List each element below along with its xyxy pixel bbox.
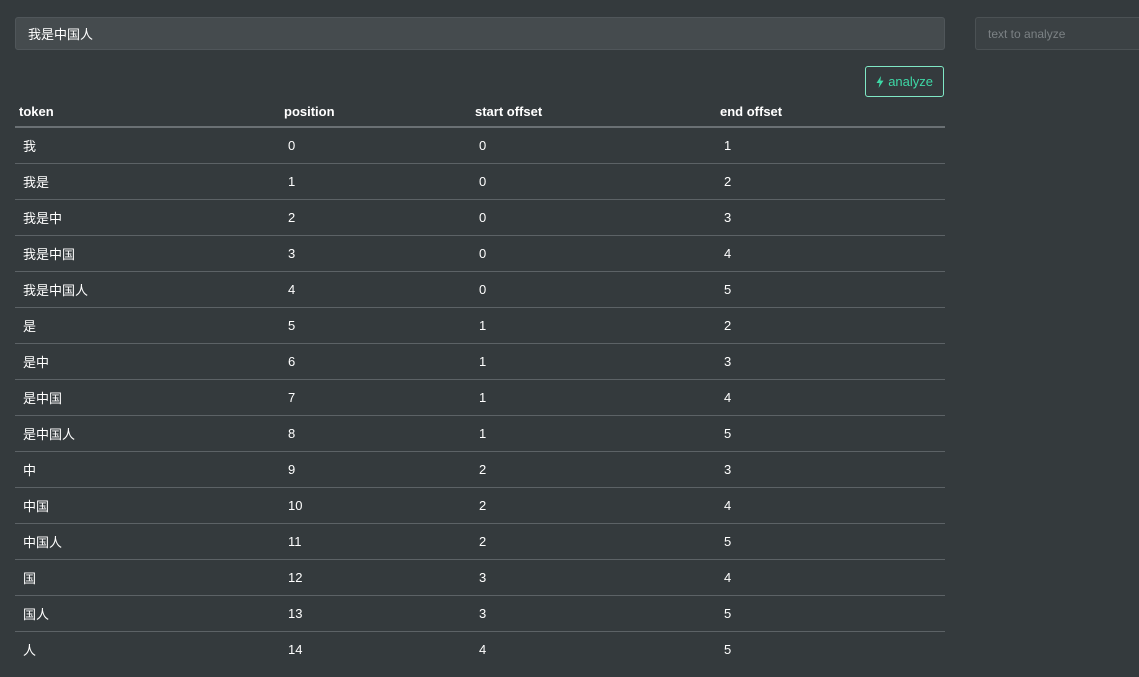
end-offset-cell: 1 bbox=[716, 127, 945, 164]
table-header-row: token position start offset end offset bbox=[15, 97, 945, 128]
end-offset-cell: 2 bbox=[716, 163, 945, 200]
start-offset-cell: 1 bbox=[471, 379, 716, 416]
table-row: 我是中国 3 0 4 bbox=[15, 235, 945, 272]
column-header-token: token bbox=[15, 97, 280, 128]
start-offset-cell: 0 bbox=[471, 271, 716, 308]
position-cell: 11 bbox=[280, 523, 471, 560]
position-cell: 5 bbox=[280, 307, 471, 344]
bolt-icon bbox=[876, 75, 884, 88]
start-offset-cell: 2 bbox=[471, 523, 716, 560]
analyzer-page: analyze token position start offset end … bbox=[0, 0, 1139, 677]
table-row: 是中 6 1 3 bbox=[15, 343, 945, 380]
table-row: 我是 1 0 2 bbox=[15, 163, 945, 200]
start-offset-cell: 0 bbox=[471, 199, 716, 236]
token-table-body: 我 0 0 1 我是 1 0 2 我是中 2 0 3 我是中国 3 0 4 我是中国人 4 0 5 是 5 1 2 是中 6 1 3 是… bbox=[15, 127, 945, 667]
analyze-button[interactable]: analyze bbox=[865, 66, 944, 97]
token-cell: 是 bbox=[15, 307, 280, 344]
table-row: 国 12 3 4 bbox=[15, 559, 945, 596]
position-cell: 12 bbox=[280, 559, 471, 596]
end-offset-cell: 4 bbox=[716, 235, 945, 272]
start-offset-cell: 0 bbox=[471, 235, 716, 272]
position-cell: 7 bbox=[280, 379, 471, 416]
start-offset-cell: 4 bbox=[479, 642, 487, 657]
end-offset-cell: 5 bbox=[716, 523, 945, 560]
end-offset-cell: 5 bbox=[716, 595, 945, 632]
start-offset-cell: 1 bbox=[471, 343, 716, 380]
table-row: 国人 13 3 5 bbox=[15, 595, 945, 632]
position-cell: 13 bbox=[280, 595, 471, 632]
token-cell: 人 bbox=[23, 643, 37, 658]
start-offset-cell: 2 bbox=[471, 487, 716, 524]
table-row: 我是中 2 0 3 bbox=[15, 199, 945, 236]
token-cell: 是中国 bbox=[15, 379, 280, 416]
table-row: 中923 bbox=[15, 451, 945, 488]
start-offset-cell: 0 bbox=[471, 127, 716, 164]
token-cell: 国人 bbox=[15, 595, 280, 632]
position-cell: 3 bbox=[280, 235, 471, 272]
end-offset-cell: 3 bbox=[716, 199, 945, 236]
table-row: 是中国 7 1 4 bbox=[15, 379, 945, 416]
table-row: 中国人 11 2 5 bbox=[15, 523, 945, 560]
token-cell: 中国 bbox=[15, 487, 280, 524]
token-cell: 我是中 bbox=[15, 199, 280, 236]
token-cell: 是中国人 bbox=[15, 415, 280, 452]
column-header-position: position bbox=[280, 97, 471, 128]
start-offset-cell: 2 bbox=[471, 451, 716, 488]
position-cell: 0 bbox=[280, 127, 471, 164]
start-offset-cell: 0 bbox=[471, 163, 716, 200]
table-row: 是512 bbox=[15, 307, 945, 344]
token-cell: 我是 bbox=[15, 163, 280, 200]
analyzer-panel: analyze token position start offset end … bbox=[15, 17, 945, 667]
column-header-end-offset: end offset bbox=[716, 97, 945, 128]
end-offset-cell: 3 bbox=[716, 451, 945, 488]
end-offset-cell: 5 bbox=[716, 415, 945, 452]
token-table: token position start offset end offset 我… bbox=[15, 97, 945, 667]
end-offset-cell: 5 bbox=[716, 271, 945, 308]
position-cell: 6 bbox=[280, 343, 471, 380]
start-offset-cell: 1 bbox=[471, 415, 716, 452]
table-row: 人 14 4 5 bbox=[15, 632, 945, 668]
column-header-start-offset: start offset bbox=[471, 97, 716, 128]
token-cell: 是中 bbox=[15, 343, 280, 380]
end-offset-cell: 2 bbox=[716, 307, 945, 344]
position-cell: 10 bbox=[280, 487, 471, 524]
end-offset-cell: 5 bbox=[724, 642, 732, 657]
end-offset-cell: 3 bbox=[716, 343, 945, 380]
token-cell: 我是中国人 bbox=[15, 271, 280, 308]
token-cell: 国 bbox=[15, 559, 280, 596]
position-cell: 8 bbox=[280, 415, 471, 452]
start-offset-cell: 3 bbox=[471, 559, 716, 596]
position-cell: 2 bbox=[280, 199, 471, 236]
start-offset-cell: 3 bbox=[471, 595, 716, 632]
analyze-button-label: analyze bbox=[888, 74, 933, 89]
side-text-input[interactable] bbox=[975, 17, 1139, 50]
position-cell: 9 bbox=[280, 451, 471, 488]
analyze-text-input[interactable] bbox=[15, 17, 945, 50]
end-offset-cell: 4 bbox=[716, 559, 945, 596]
end-offset-cell: 4 bbox=[716, 487, 945, 524]
end-offset-cell: 4 bbox=[716, 379, 945, 416]
position-cell: 4 bbox=[280, 271, 471, 308]
table-row: 我是中国人 4 0 5 bbox=[15, 271, 945, 308]
position-cell: 14 bbox=[288, 642, 303, 657]
start-offset-cell: 1 bbox=[471, 307, 716, 344]
button-row: analyze bbox=[15, 50, 945, 97]
token-cell: 我是中国 bbox=[15, 235, 280, 272]
table-row: 中国 10 2 4 bbox=[15, 487, 945, 524]
table-row: 我001 bbox=[15, 127, 945, 164]
token-cell: 中 bbox=[15, 451, 280, 488]
token-cell: 中国人 bbox=[15, 523, 280, 560]
token-cell: 我 bbox=[15, 127, 280, 164]
table-row: 是中国人 8 1 5 bbox=[15, 415, 945, 452]
position-cell: 1 bbox=[280, 163, 471, 200]
